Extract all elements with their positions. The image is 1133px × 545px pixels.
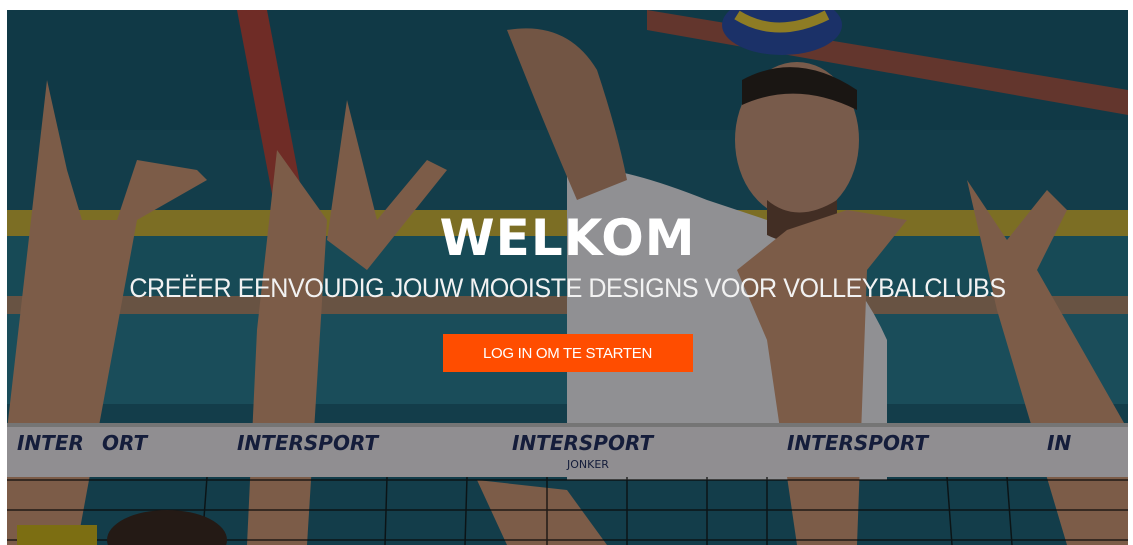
login-start-button[interactable]: LOG IN OM TE STARTEN <box>442 334 693 372</box>
page: INTER ORT INTERSPORT INTERSPORT JONKER I… <box>0 0 1133 545</box>
hero-content: WELKOM CREËER EENVOUDIG JOUW MOOISTE DES… <box>7 208 1128 372</box>
hero-subtitle: CREËER EENVOUDIG JOUW MOOISTE DESIGNS VO… <box>129 273 1006 303</box>
hero-title: WELKOM <box>439 209 696 267</box>
hero-section: INTER ORT INTERSPORT INTERSPORT JONKER I… <box>7 10 1128 545</box>
